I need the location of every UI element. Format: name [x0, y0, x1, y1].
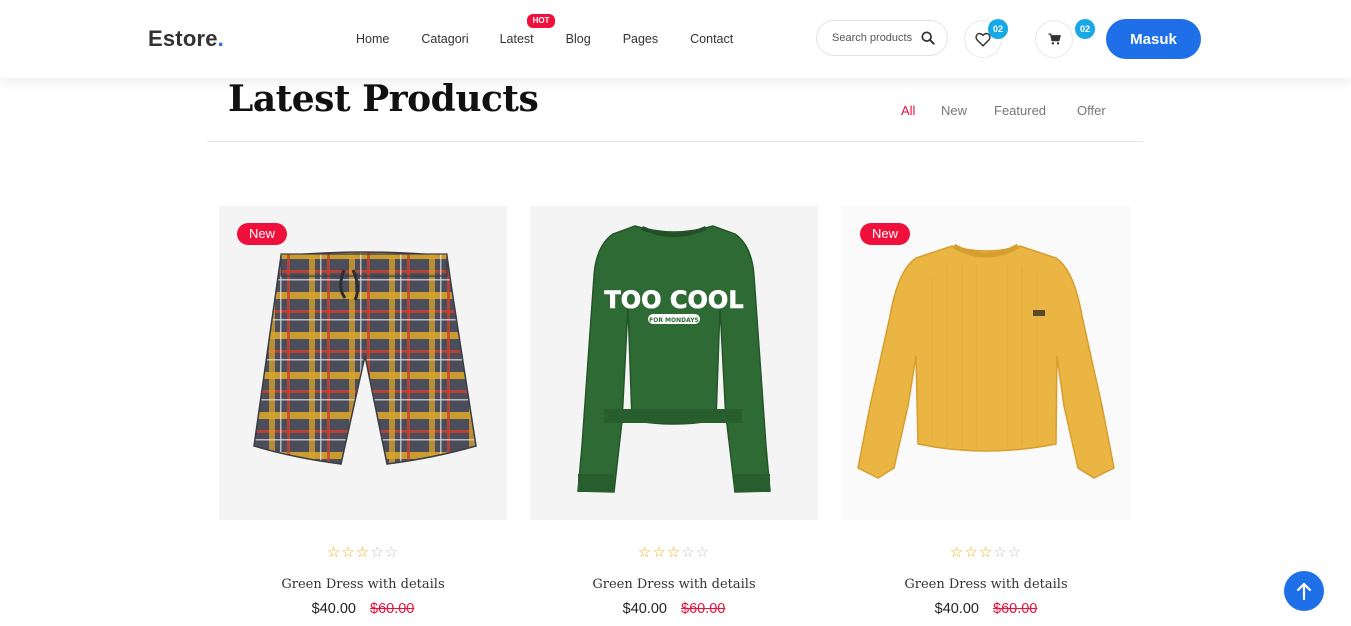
- rating-stars: ☆☆☆☆☆: [949, 544, 1023, 561]
- filter-featured[interactable]: Featured: [994, 103, 1046, 118]
- cart-icon: [1048, 33, 1061, 45]
- section-title: Latest Products: [228, 78, 539, 120]
- filter-offer[interactable]: Offer: [1077, 103, 1106, 118]
- nav-blog[interactable]: Blog: [566, 31, 591, 47]
- cart-count-badge: 02: [1075, 19, 1095, 39]
- product-old-price: $60.00: [993, 601, 1038, 617]
- filter-new[interactable]: New: [941, 103, 967, 118]
- logo[interactable]: Estore.: [148, 26, 224, 52]
- product-price: $40.00: [622, 601, 667, 617]
- yellow-sweater-image: [857, 243, 1115, 479]
- search-input[interactable]: [832, 32, 924, 44]
- print-text: TOO COOL: [604, 286, 743, 314]
- product-image-box[interactable]: TOO COOL FOR MONDAYS: [530, 206, 818, 520]
- price-row: $40.00 $60.00: [530, 601, 818, 617]
- product-card[interactable]: TOO COOL FOR MONDAYS ☆☆☆☆☆ Green Dress w…: [530, 206, 818, 617]
- search-icon[interactable]: [921, 31, 935, 45]
- plaid-shorts-image: [253, 251, 477, 465]
- price-row: $40.00 $60.00: [219, 601, 507, 617]
- login-button[interactable]: Masuk: [1106, 19, 1201, 59]
- new-badge: New: [237, 223, 288, 245]
- product-price: $40.00: [934, 601, 979, 617]
- nav-latest-label: Latest: [499, 32, 534, 46]
- new-badge: New: [860, 223, 911, 245]
- search-box: [816, 20, 948, 56]
- site-header: Estore. Home Catagori Latest HOT Blog Pa…: [0, 0, 1351, 78]
- rating-stars: ☆☆☆☆☆: [326, 544, 400, 561]
- product-price: $40.00: [311, 601, 356, 617]
- cart-button[interactable]: [1035, 20, 1073, 58]
- filter-all[interactable]: All: [901, 103, 915, 118]
- nav-catagori[interactable]: Catagori: [421, 31, 468, 47]
- product-old-price: $60.00: [681, 601, 726, 617]
- product-image-box[interactable]: New: [219, 206, 507, 520]
- nav-home[interactable]: Home: [356, 31, 389, 47]
- product-name[interactable]: Green Dress with details: [219, 577, 507, 592]
- product-card[interactable]: New ☆☆☆☆☆ Green Dress with details $40.0…: [219, 206, 507, 617]
- product-name[interactable]: Green Dress with details: [842, 577, 1130, 592]
- nav-pages[interactable]: Pages: [623, 31, 658, 47]
- print-subtext: FOR MONDAYS: [649, 317, 699, 324]
- product-old-price: $60.00: [370, 601, 415, 617]
- product-card[interactable]: New ☆☆☆☆☆ Green Dress with details $40.0…: [842, 206, 1130, 617]
- nav-latest[interactable]: Latest HOT: [499, 14, 556, 47]
- green-sweatshirt-image: TOO COOL FOR MONDAYS: [577, 225, 771, 493]
- product-image-box[interactable]: New: [842, 206, 1130, 520]
- rating-stars: ☆☆☆☆☆: [637, 544, 711, 561]
- scroll-top-button[interactable]: [1284, 571, 1324, 611]
- arrow-up-icon: [1296, 582, 1312, 600]
- price-row: $40.00 $60.00: [842, 601, 1130, 617]
- main-nav: Home Catagori Latest HOT Blog Pages Cont…: [356, 14, 765, 47]
- product-name[interactable]: Green Dress with details: [530, 577, 818, 592]
- wishlist-count-badge: 02: [988, 19, 1008, 39]
- nav-contact[interactable]: Contact: [690, 31, 733, 47]
- section-divider: [207, 141, 1143, 142]
- hot-badge: HOT: [526, 14, 556, 28]
